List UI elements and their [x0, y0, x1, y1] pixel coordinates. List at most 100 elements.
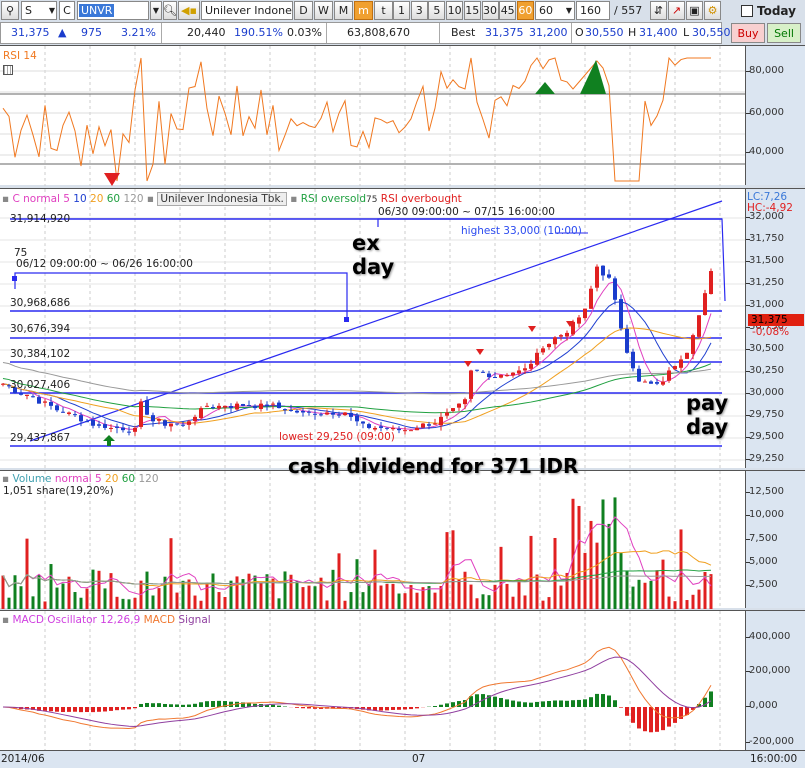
- macd-histogram-bar: [139, 703, 143, 707]
- candle: [265, 404, 269, 406]
- legend-vol-ma20: 20: [105, 473, 119, 485]
- volume-bar: [487, 595, 491, 609]
- candle: [499, 374, 503, 378]
- candle: [283, 409, 287, 411]
- interval-button-1[interactable]: 1: [393, 1, 410, 20]
- today-checkbox[interactable]: [741, 5, 753, 17]
- range2-period: 06/30 09:00:00 ~ 07/15 16:00:00: [378, 206, 555, 218]
- legend-stock-name: Unilever Indonesia Tbk.: [157, 192, 287, 206]
- stock-name-field[interactable]: Unilever Indones: [201, 1, 293, 20]
- volume-bar: [529, 535, 533, 609]
- period-button-D[interactable]: D: [294, 1, 313, 20]
- last-price-marker: 31,375: [748, 314, 804, 326]
- candle: [379, 426, 383, 428]
- volume-bar: [205, 582, 209, 609]
- interval-button-60[interactable]: 60: [516, 1, 534, 20]
- chart-settings-icon[interactable]: ⚲: [1, 1, 19, 20]
- legend-macd: MACD: [143, 614, 176, 626]
- macd-histogram-bar: [67, 707, 71, 712]
- macd-histogram-bar: [169, 704, 173, 707]
- volume-bar: [127, 599, 131, 609]
- candle: [277, 402, 281, 409]
- speaker-icon[interactable]: ◀▪: [178, 1, 200, 20]
- interval-select[interactable]: 60 ▼: [535, 1, 575, 20]
- macd-histogram-bar: [61, 707, 65, 713]
- legend-ma60: 60: [106, 193, 121, 205]
- volume-bar: [589, 520, 593, 609]
- period-button-t[interactable]: t: [374, 1, 393, 20]
- period-button-W[interactable]: W: [314, 1, 333, 20]
- candle: [505, 374, 509, 377]
- chart-type-icon[interactable]: ↗: [668, 1, 685, 20]
- type-button[interactable]: C: [59, 1, 75, 20]
- macd-histogram-bar: [601, 694, 605, 707]
- volume-panel[interactable]: ▪ Volume normal 5 20 60 120 1,051 share(…: [0, 470, 745, 609]
- period-button-m[interactable]: m: [354, 1, 373, 20]
- quote-bar: 31,375 ▲ 975 3.21% 20,440 190.51% 0.03% …: [0, 22, 731, 44]
- volume-tick: 7,500: [746, 533, 778, 544]
- interval-button-5[interactable]: 5: [428, 1, 446, 20]
- candle: [223, 405, 227, 408]
- interval-button-30[interactable]: 30: [481, 1, 499, 20]
- volume-bar: [547, 597, 551, 609]
- candle: [595, 266, 599, 288]
- macd-histogram-bar: [397, 707, 401, 710]
- candle: [397, 428, 401, 431]
- volume-bar: [19, 586, 23, 609]
- volume-bar: [511, 596, 515, 609]
- interval-button-15[interactable]: 15: [463, 1, 481, 20]
- volume-bar: [43, 601, 47, 609]
- volume-bar: [415, 592, 419, 609]
- volume-bar: [49, 564, 53, 609]
- macd-panel[interactable]: ▪ MACD Oscillator 12,26,9 MACD Signal: [0, 610, 745, 751]
- compare-icon[interactable]: ⇵: [650, 1, 667, 20]
- price-tick: 29,750: [746, 409, 784, 420]
- volume-bar: [397, 593, 401, 609]
- rsi-panel[interactable]: RSI 14: [0, 45, 745, 186]
- macd-histogram-bar: [553, 700, 557, 707]
- legend-75: 75: [366, 195, 378, 205]
- interval-button-10[interactable]: 10: [446, 1, 464, 20]
- candle: [241, 404, 245, 406]
- interval-button-45[interactable]: 45: [499, 1, 517, 20]
- interval-button-3[interactable]: 3: [410, 1, 428, 20]
- candle: [43, 401, 47, 403]
- buy-button[interactable]: Buy: [731, 23, 765, 43]
- macd-tick: 400,000: [745, 631, 791, 642]
- market-value: S: [25, 4, 32, 17]
- macd-histogram-bar: [199, 702, 203, 707]
- candle: [109, 427, 113, 429]
- time-axis: 2014/06 07 16:00:00: [0, 750, 805, 768]
- symbol-input[interactable]: UNVR: [77, 1, 149, 20]
- macd-histogram-bar: [271, 704, 275, 707]
- macd-histogram-bar: [643, 707, 647, 732]
- volume-bar: [31, 596, 35, 609]
- volume-bar: [709, 574, 713, 609]
- price-panel[interactable]: ▪ C normal 5 10 20 60 120 ▪ Unilever Ind…: [0, 188, 745, 478]
- volume-axis: 12,500 10,000 7,500 5,000 2,500: [745, 470, 805, 608]
- volume-bar: [199, 600, 203, 609]
- volume-bar: [217, 592, 221, 609]
- macd-histogram-bar: [709, 691, 713, 707]
- sell-button[interactable]: Sell: [767, 23, 801, 43]
- period-button-M[interactable]: M: [334, 1, 353, 20]
- save-icon[interactable]: ▣: [686, 1, 703, 20]
- macd-histogram-bar: [97, 707, 101, 712]
- volume-ratio: 190.51%: [234, 26, 283, 39]
- count-input[interactable]: 160: [576, 1, 610, 20]
- search-icon[interactable]: 🔍︎: [163, 1, 177, 20]
- symbol-dropdown[interactable]: ▼: [150, 1, 162, 20]
- total-count: / 557: [614, 4, 643, 17]
- macd-histogram-bar: [385, 707, 389, 711]
- gear-icon[interactable]: ⚙: [704, 1, 721, 20]
- volume-bar: [505, 583, 509, 609]
- volume-bar: [601, 499, 605, 609]
- grid-icon[interactable]: [3, 65, 13, 75]
- market-select[interactable]: S ▼: [21, 1, 57, 20]
- macd-histogram-bar: [607, 695, 611, 707]
- volume-bar: [619, 552, 623, 609]
- signal-line: [2, 656, 712, 728]
- macd-histogram-bar: [127, 707, 131, 710]
- volume-bar: [175, 592, 179, 609]
- macd-histogram-bar: [181, 704, 185, 707]
